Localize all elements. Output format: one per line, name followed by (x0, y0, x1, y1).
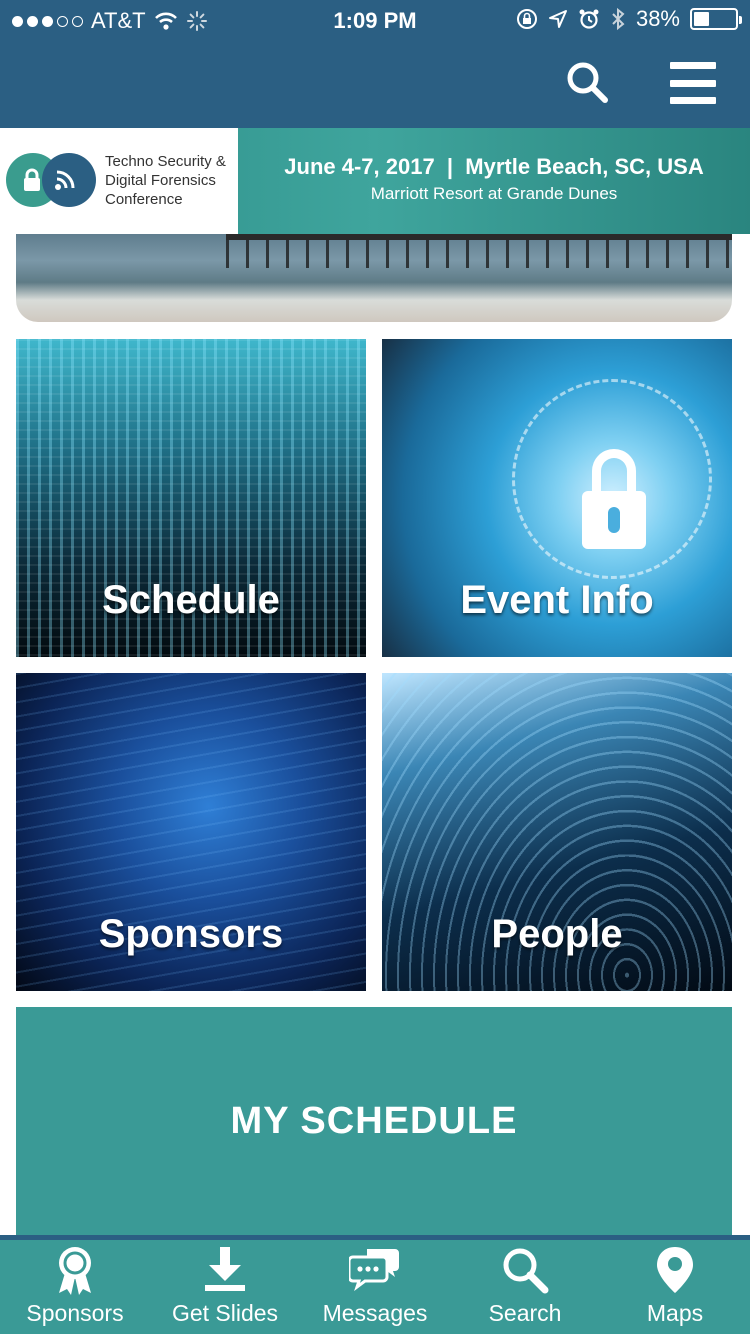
download-icon (205, 1247, 245, 1291)
logo-line-1: Techno Security & (105, 153, 226, 170)
award-ribbon-icon (59, 1247, 91, 1295)
logo-line-2: Digital Forensics (105, 172, 216, 189)
bottom-tab-bar: Sponsors Get Slides Messages Search Maps (0, 1235, 750, 1334)
wireless-signal-icon (55, 170, 75, 190)
tab-messages-label: Messages (322, 1300, 428, 1326)
alarm-icon (579, 9, 599, 29)
event-dates: June 4-7, 2017 | Myrtle Beach, SC, USA (284, 154, 704, 179)
my-schedule-button[interactable]: MY SCHEDULE (16, 1007, 732, 1235)
app-header: AT&T 1:09 PM 38% (0, 0, 750, 128)
schedule-tile[interactable]: Schedule (16, 339, 366, 657)
search-icon[interactable] (565, 60, 609, 104)
search-icon (503, 1248, 549, 1294)
battery-percent: 38% (635, 6, 680, 31)
tab-sponsors-label: Sponsors (26, 1300, 124, 1326)
map-pin-icon (657, 1247, 693, 1293)
conference-banner: Techno Security & Digital Forensics Conf… (0, 128, 750, 234)
tab-maps-label: Maps (646, 1300, 704, 1326)
tab-sponsors[interactable]: Sponsors (0, 1240, 150, 1334)
my-schedule-label: MY SCHEDULE (230, 1099, 518, 1142)
logo-line-3: Conference (105, 191, 183, 208)
sponsors-tile[interactable]: Sponsors (16, 673, 366, 991)
tab-get-slides-label: Get Slides (171, 1300, 279, 1326)
tab-messages[interactable]: Messages (300, 1240, 450, 1334)
people-tile-label: People (491, 912, 623, 956)
schedule-tile-label: Schedule (102, 578, 280, 622)
battery-icon (690, 8, 742, 30)
beach-pier-photo (16, 234, 732, 322)
bluetooth-icon (612, 7, 625, 31)
tab-search-label: Search (488, 1300, 562, 1326)
event-info-tile[interactable]: Event Info (382, 339, 732, 657)
tab-search[interactable]: Search (450, 1240, 600, 1334)
chat-bubbles-icon (349, 1249, 399, 1291)
tab-maps[interactable]: Maps (600, 1240, 750, 1334)
people-tile[interactable]: People (382, 673, 732, 991)
tab-get-slides[interactable]: Get Slides (150, 1240, 300, 1334)
conference-logo: Techno Security & Digital Forensics Conf… (0, 128, 238, 234)
padlock-icon (582, 449, 646, 549)
hamburger-menu-icon[interactable] (670, 62, 716, 104)
lock-icon (24, 168, 40, 191)
status-bar: AT&T 1:09 PM 38% (0, 0, 750, 40)
event-venue: Marriott Resort at Grande Dunes (370, 184, 618, 203)
rotation-lock-icon (516, 9, 537, 29)
event-info-tile-label: Event Info (460, 578, 654, 622)
sponsors-tile-label: Sponsors (98, 912, 284, 956)
location-arrow-icon (548, 10, 567, 28)
